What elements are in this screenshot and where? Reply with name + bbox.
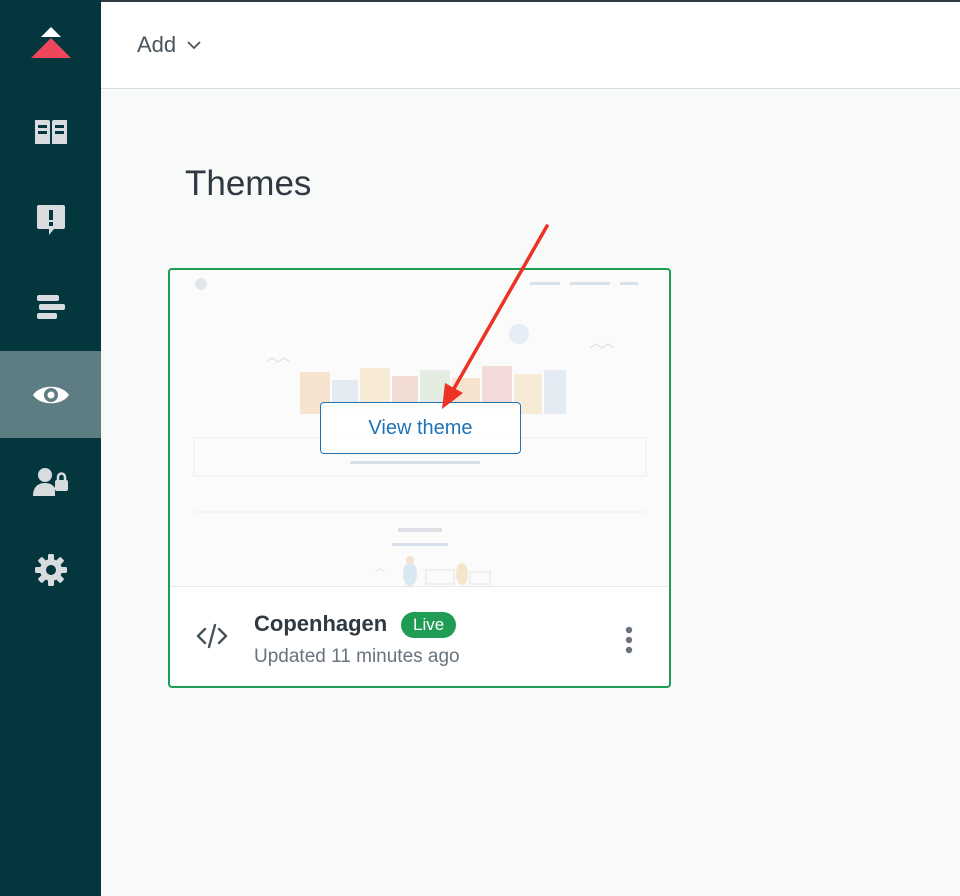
chevron-down-icon [187,41,201,50]
arrange-content-icon [36,294,65,319]
sidebar [0,0,101,896]
alert-message-icon [36,204,65,235]
theme-updated-timestamp: Updated 11 minutes ago [254,646,460,667]
sidebar-item-customize-design[interactable] [0,351,101,438]
sidebar-item-moderation[interactable] [0,176,101,263]
sidebar-item-arrange-content[interactable] [0,263,101,350]
sidebar-item-settings[interactable] [0,526,101,613]
code-icon [196,623,228,649]
guide-book-icon [34,119,67,144]
theme-card[interactable]: View theme Copenhagen Live Updated 11 mi… [168,268,671,688]
page-title: Themes [185,164,312,203]
theme-name: Copenhagen [254,611,388,636]
eye-icon [32,386,69,403]
theme-preview-thumbnail: View theme [170,270,669,587]
sidebar-item-guide[interactable] [0,88,101,175]
add-dropdown-button[interactable]: Add [137,32,202,58]
user-permissions-icon [32,467,68,496]
more-options-icon[interactable] [620,624,638,656]
view-theme-button[interactable]: View theme [320,402,521,454]
top-header: Add [101,0,960,89]
sidebar-item-user-permissions[interactable] [0,438,101,525]
add-button-label: Add [137,32,177,57]
live-status-badge: Live [401,612,457,638]
gear-icon [34,553,67,586]
zendesk-guide-logo-icon[interactable] [0,0,101,88]
theme-card-footer: Copenhagen Live Updated 11 minutes ago [170,588,669,686]
